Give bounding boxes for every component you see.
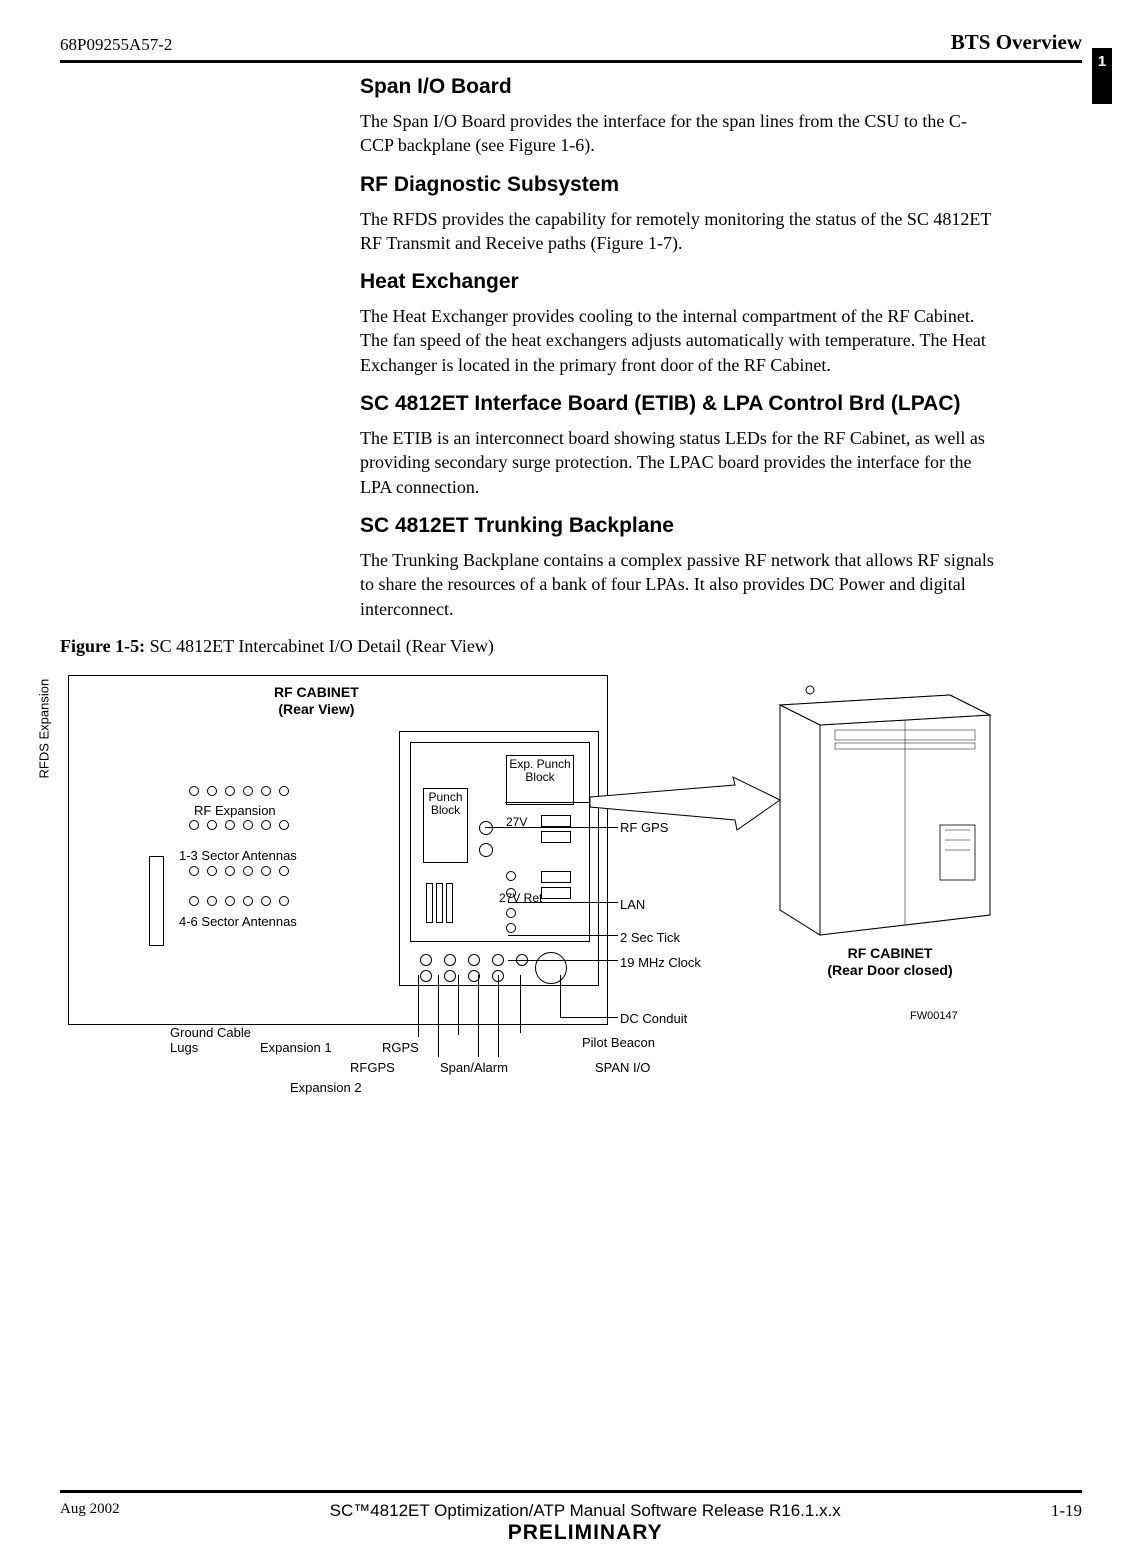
para-etib-lpac: The ETIB is an interconnect board showin… xyxy=(360,426,1000,499)
header-doc-number: 68P09255A57-2 xyxy=(60,35,172,55)
left-diagram: RF CABINET (Rear View) RFDS Expansion RF… xyxy=(68,675,608,1025)
heading-span-io: Span I/O Board xyxy=(360,75,1082,99)
chapter-tab-spacer xyxy=(1092,76,1112,104)
header-title: BTS Overview xyxy=(951,30,1082,55)
para-trunking-backplane: The Trunking Backplane contains a comple… xyxy=(360,548,1000,621)
callout-pilot: Pilot Beacon xyxy=(582,1035,655,1050)
left-title-line1: RF CABINET xyxy=(274,684,359,701)
exp-punch-block-label: Exp. Punch Block xyxy=(509,757,570,784)
para-heat-exchanger: The Heat Exchanger provides cooling to t… xyxy=(360,304,1000,377)
inner-right-frame: Punch Block Exp. Punch Block 27V 27V Ret xyxy=(399,731,599,986)
heading-etib-lpac: SC 4812ET Interface Board (ETIB) & LPA C… xyxy=(360,392,1082,416)
callout-lan: LAN xyxy=(620,897,645,912)
cabinet-3d-icon xyxy=(760,675,1020,955)
inner-left-box: RF Expansion 1-3 Sector Antennas 4-6 Sec… xyxy=(139,786,384,961)
footer-date: Aug 2002 xyxy=(60,1501,120,1518)
sector46-label: 4-6 Sector Antennas xyxy=(179,914,297,929)
leader-arrow-icon xyxy=(585,775,785,855)
cabinet-title-line2: (Rear Door closed) xyxy=(800,962,980,979)
page-header: 68P09255A57-2 BTS Overview xyxy=(60,30,1082,63)
callout-2sec: 2 Sec Tick xyxy=(620,930,680,945)
callout-dcconduit: DC Conduit xyxy=(620,1011,687,1026)
page-footer: Aug 2002 SC™4812ET Optimization/ATP Manu… xyxy=(60,1490,1082,1545)
footer-title: SC™4812ET Optimization/ATP Manual Softwa… xyxy=(120,1501,1051,1521)
rfds-expansion-label: RFDS Expansion xyxy=(37,679,52,779)
para-rf-diagnostic: The RFDS provides the capability for rem… xyxy=(360,207,1000,256)
figure-caption-text: SC 4812ET Intercabinet I/O Detail (Rear … xyxy=(145,636,494,656)
callout-spanio: SPAN I/O xyxy=(595,1060,650,1075)
heading-trunking-backplane: SC 4812ET Trunking Backplane xyxy=(360,514,1082,538)
cabinet-title: RF CABINET (Rear Door closed) xyxy=(800,945,980,979)
callout-groundlugs: Ground Cable Lugs xyxy=(170,1025,260,1055)
callout-rgps: RGPS xyxy=(382,1040,419,1055)
callout-rfgps2: RFGPS xyxy=(350,1060,395,1075)
chapter-tab: 1 xyxy=(1092,48,1112,76)
sector13-label: 1-3 Sector Antennas xyxy=(179,848,297,863)
heading-rf-diagnostic: RF Diagnostic Subsystem xyxy=(360,173,1082,197)
fw-label: FW00147 xyxy=(910,1010,958,1022)
punch-block-label: Punch Block xyxy=(428,790,462,817)
left-title-line2: (Rear View) xyxy=(274,701,359,718)
callout-19mhz: 19 MHz Clock xyxy=(620,955,701,970)
inner-right-inner: Punch Block Exp. Punch Block 27V 27V Ret xyxy=(410,742,590,942)
callout-exp1: Expansion 1 xyxy=(260,1040,332,1055)
heading-heat-exchanger: Heat Exchanger xyxy=(360,270,1082,294)
footer-page-number: 1-19 xyxy=(1051,1501,1082,1521)
cabinet-title-line1: RF CABINET xyxy=(800,945,980,962)
punch-block: Punch Block xyxy=(423,788,468,863)
figure-container: RF CABINET (Rear View) RFDS Expansion RF… xyxy=(60,675,1080,1135)
footer-preliminary: PRELIMINARY xyxy=(120,1521,1051,1545)
content-area: Span I/O Board The Span I/O Board provid… xyxy=(60,75,1082,1490)
rf-expansion-label: RF Expansion xyxy=(194,803,276,818)
left-diagram-title: RF CABINET (Rear View) xyxy=(274,684,359,718)
callout-exp2: Expansion 2 xyxy=(290,1080,362,1095)
figure-label: Figure 1-5: xyxy=(60,636,145,656)
para-span-io: The Span I/O Board provides the interfac… xyxy=(360,109,1000,158)
exp-punch-block: Exp. Punch Block xyxy=(506,755,574,805)
callout-spanalarm: Span/Alarm xyxy=(440,1060,508,1075)
